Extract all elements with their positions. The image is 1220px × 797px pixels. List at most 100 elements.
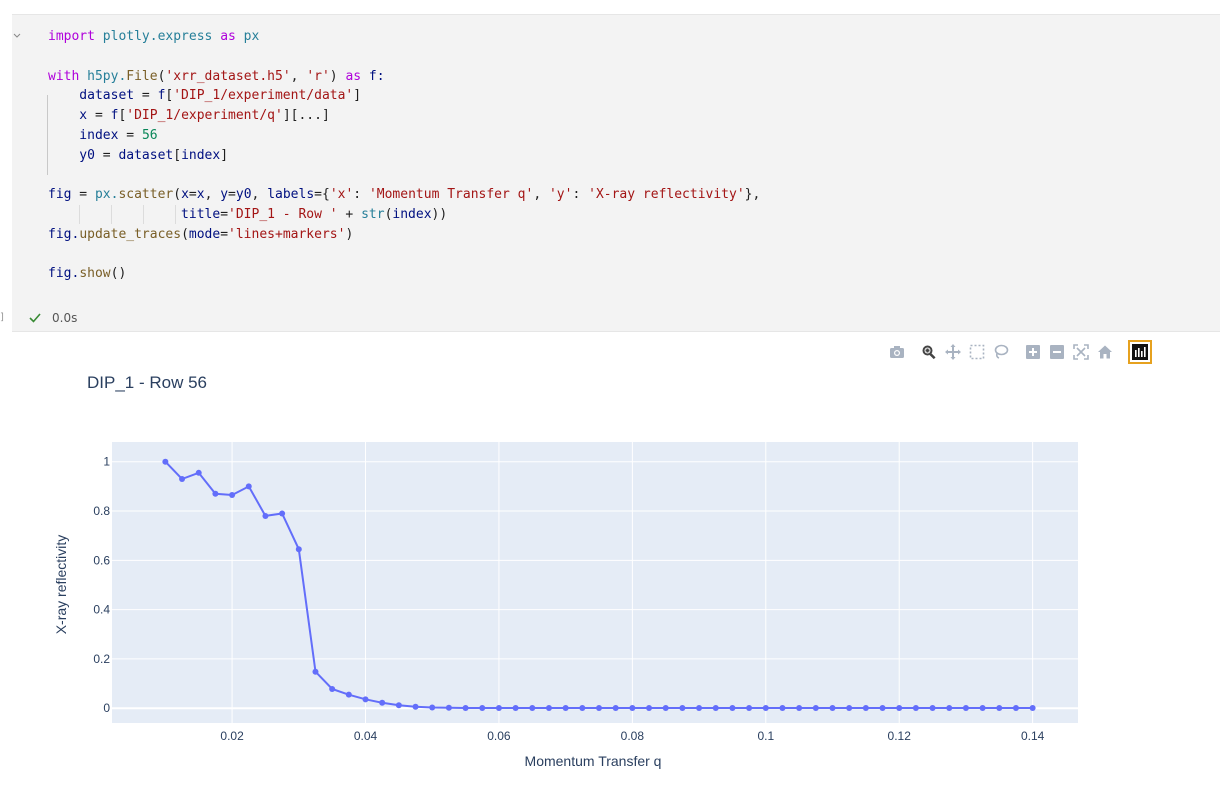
code-token: ]	[220, 147, 229, 163]
code-token: ]	[353, 88, 362, 104]
code-token: as	[345, 68, 362, 84]
code-line: fig.update_traces(mode='lines+markers')	[48, 225, 760, 245]
autoscale-icon[interactable]	[1070, 341, 1092, 363]
code-token: h5py.	[79, 68, 127, 84]
code-token: )	[345, 226, 354, 242]
data-point	[479, 704, 486, 711]
data-point	[629, 704, 636, 711]
code-token: x	[48, 108, 88, 123]
y-tick-label: 0.2	[93, 652, 110, 666]
code-line: index = 56	[48, 126, 760, 146]
code-token: x	[181, 187, 189, 202]
data-point	[395, 702, 402, 709]
code-token: fig.	[48, 226, 80, 242]
code-token: :	[572, 187, 589, 202]
y-tick-label: 1	[103, 455, 110, 469]
code-token: =	[118, 127, 142, 143]
data-point	[345, 691, 352, 698]
x-axis-title: Momentum Transfer q	[525, 753, 662, 769]
data-point	[512, 704, 519, 711]
code-token: fig.	[48, 266, 80, 281]
code-token: =	[220, 206, 229, 222]
pan-icon[interactable]	[942, 341, 964, 363]
zoom-out-icon[interactable]	[1046, 341, 1068, 363]
code-editor[interactable]: import plotly.express as px with h5py.Fi…	[48, 27, 760, 284]
code-token: +	[337, 206, 362, 222]
code-token: plotly.express	[94, 29, 221, 44]
code-token: (	[181, 226, 189, 242]
data-point	[1029, 704, 1036, 711]
code-token: 'Momentum Transfer q'	[368, 187, 534, 202]
code-line: with h5py.File('xrr_dataset.h5', 'r') as…	[48, 67, 760, 87]
code-token: px.	[94, 187, 119, 202]
data-point	[596, 704, 603, 711]
code-token: y0	[48, 147, 95, 163]
zoom-in-icon[interactable]	[1022, 341, 1044, 363]
reset-axes-icon[interactable]	[1094, 341, 1116, 363]
x-tick-label: 0.08	[621, 729, 645, 743]
data-point	[562, 704, 569, 711]
data-point	[295, 546, 302, 553]
code-token: labels	[267, 187, 315, 202]
code-line: y0 = dataset[index]	[48, 146, 760, 166]
code-token: ,	[204, 187, 221, 202]
code-token: px	[235, 29, 260, 44]
data-point	[279, 510, 286, 517]
code-token: index	[48, 127, 119, 143]
data-point	[896, 704, 903, 711]
data-point	[362, 696, 369, 703]
data-point	[746, 704, 753, 711]
data-point	[579, 704, 586, 711]
plotly-logo-icon[interactable]	[1128, 340, 1152, 364]
y-tick-label: 0.6	[93, 553, 110, 567]
code-token: f:	[361, 68, 385, 84]
box-select-icon[interactable]	[966, 341, 988, 363]
code-token: as	[220, 29, 236, 44]
code-token: 56	[141, 127, 158, 143]
code-line: import plotly.express as px	[48, 27, 760, 47]
data-point	[1012, 704, 1019, 711]
chart[interactable]: 0.02 0.04 0.06 0.08 0.1 0.12 0.14 0 0.2 0.4 0.6 0.8…	[0, 400, 1220, 780]
code-token: =	[228, 187, 236, 202]
data-point	[162, 458, 169, 465]
code-token: ()	[110, 266, 127, 281]
code-token: [	[173, 147, 182, 163]
chevron-down-icon[interactable]	[12, 31, 22, 41]
data-point	[796, 704, 803, 711]
code-token: =	[87, 108, 111, 123]
code-token: )	[329, 68, 346, 84]
x-tick-label: 0.06	[487, 729, 511, 743]
code-token: =	[71, 187, 95, 202]
code-token: 'y'	[548, 187, 573, 202]
code-token: with	[48, 68, 80, 84]
data-point	[329, 685, 336, 692]
zoom-icon[interactable]	[918, 341, 940, 363]
data-point	[412, 703, 419, 710]
code-token: =	[94, 147, 119, 163]
data-point	[812, 704, 819, 711]
code-token: index	[181, 147, 221, 163]
data-point	[545, 704, 552, 711]
data-point	[679, 704, 686, 711]
x-tick-label: 0.04	[354, 729, 378, 743]
data-point	[229, 491, 236, 498]
x-tick-label: 0.1	[757, 729, 774, 743]
y-tick-label: 0.4	[93, 603, 110, 617]
execution-time: 0.0s	[52, 311, 78, 325]
code-token: y0	[235, 187, 252, 202]
code-token: File	[126, 68, 158, 84]
data-point	[612, 704, 619, 711]
code-token: =	[188, 187, 197, 202]
code-token: x	[196, 187, 205, 202]
data-point	[862, 704, 869, 711]
data-point	[996, 704, 1003, 711]
camera-icon[interactable]	[886, 341, 908, 363]
code-line: title='DIP_1 - Row ' + str(index))	[48, 205, 760, 225]
code-token: ,	[251, 187, 268, 202]
data-point	[962, 704, 969, 711]
data-point	[729, 704, 736, 711]
code-token: (	[173, 187, 182, 202]
code-cell[interactable]: import plotly.express as px with h5py.Fi…	[12, 14, 1220, 332]
lasso-select-icon[interactable]	[990, 341, 1012, 363]
